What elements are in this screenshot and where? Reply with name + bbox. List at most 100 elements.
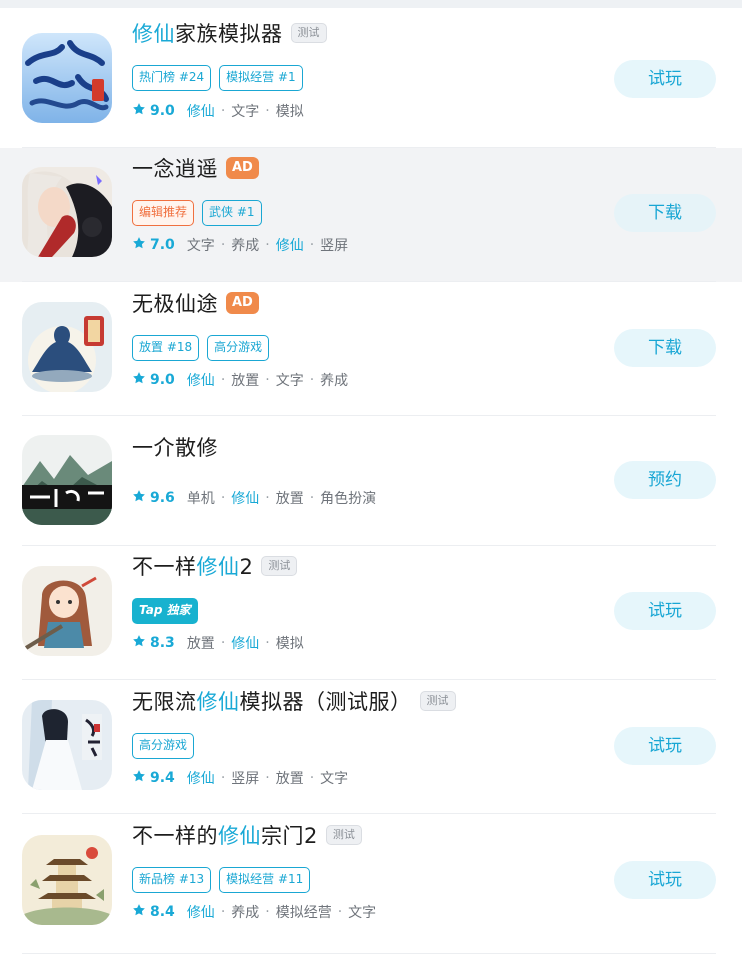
- rank-tag[interactable]: 放置 #18: [132, 335, 200, 361]
- game-title-part: 无限流: [132, 690, 197, 714]
- title-line: 不一样的修仙宗门2 测试: [132, 820, 362, 850]
- game-title-part: 2: [239, 555, 254, 579]
- game-title-part: 家族模拟器: [175, 22, 283, 46]
- rank-tag[interactable]: Tap 独家: [132, 598, 198, 624]
- game-meta: 9.6 单机 · 修仙 · 放置 · 角色扮演: [132, 487, 376, 509]
- action-button[interactable]: 试玩: [614, 592, 716, 630]
- game-list-item[interactable]: 不一样的修仙宗门2 测试新品榜 #13 模拟经营 #11 8.4 修仙 · 养成 · 模拟经营 ·…: [0, 814, 742, 954]
- meta-tag: 模拟: [275, 636, 304, 652]
- title-line: 一介散修: [132, 432, 218, 462]
- game-icon-wuji-xiantu[interactable]: [22, 302, 112, 392]
- tag-list: Tap 独家: [132, 598, 198, 624]
- game-list-item[interactable]: 修仙家族模拟器 测试 热门榜 #24 模拟经营 #1 9.0 修仙 · 文字 · 模拟 试玩: [0, 8, 742, 148]
- game-list-item[interactable]: 无极仙途 AD 放置 #18 高分游戏 9.0 修仙 · 放置 · 文字 · 养成 下载: [0, 282, 742, 416]
- rank-tag[interactable]: 模拟经营 #1: [219, 65, 303, 91]
- meta-separator: ·: [220, 372, 226, 388]
- rank-tag[interactable]: 高分游戏: [132, 733, 195, 759]
- rank-tag[interactable]: 武侠 #1: [202, 200, 262, 226]
- game-title-part: 修仙: [132, 22, 175, 46]
- meta-separator: ·: [265, 635, 270, 651]
- star-icon: [132, 489, 150, 507]
- meta-tag: 放置: [275, 771, 304, 787]
- game-title-part: 不一样的: [132, 824, 218, 848]
- meta-separator: ·: [309, 372, 315, 388]
- game-title-part: 一介散修: [132, 436, 218, 460]
- game-list-item[interactable]: 一介散修 9.6 单机 · 修仙 · 放置 · 角色扮演 预约: [0, 416, 742, 546]
- game-icon-xiuxian-family[interactable]: [22, 33, 112, 123]
- ad-badge: AD: [226, 292, 259, 314]
- action-button[interactable]: 下载: [614, 194, 716, 232]
- meta-separator: ·: [265, 770, 270, 786]
- game-title-part: 不一样: [132, 555, 197, 579]
- tag-list: 热门榜 #24 模拟经营 #1: [132, 65, 303, 91]
- game-title-part: 修仙: [196, 690, 240, 714]
- meta-tag: 竖屏: [231, 771, 260, 787]
- game-title[interactable]: 无限流修仙模拟器（测试服）: [132, 686, 412, 716]
- game-title[interactable]: 一介散修: [132, 432, 218, 462]
- game-meta: 9.0 修仙 · 文字 · 模拟: [132, 100, 304, 122]
- game-icon-yijie-sanxiu[interactable]: [22, 435, 112, 525]
- rank-tag[interactable]: 编辑推荐: [132, 200, 195, 226]
- game-icon-buyiyang-zongmen[interactable]: [22, 835, 112, 925]
- game-title[interactable]: 不一样的修仙宗门2: [132, 820, 318, 850]
- star-icon: [132, 903, 150, 921]
- action-button[interactable]: 预约: [614, 461, 716, 499]
- meta-separator: ·: [220, 237, 226, 253]
- star-icon: [132, 769, 150, 787]
- game-icon-yinian-xiaoyao[interactable]: [22, 167, 112, 257]
- rating-value: 9.0: [150, 103, 175, 119]
- meta-separator: ·: [220, 103, 226, 119]
- meta-tag: 文字: [275, 373, 304, 389]
- game-title-part: 一念逍遥: [132, 157, 218, 181]
- meta-tag: 文字: [231, 104, 260, 120]
- game-title-part: 模拟器（测试服）: [239, 690, 412, 714]
- rank-tag[interactable]: 高分游戏: [207, 335, 270, 361]
- game-icon-wuxianliu-xiuxian[interactable]: [22, 700, 112, 790]
- game-title[interactable]: 一念逍遥: [132, 153, 218, 183]
- meta-tag: 模拟经营: [275, 905, 332, 921]
- game-icon-buyiyang-xiuxian[interactable]: [22, 566, 112, 656]
- rating-value: 8.3: [150, 635, 175, 651]
- game-title-part: 宗门2: [261, 824, 318, 848]
- game-title[interactable]: 无极仙途: [132, 288, 218, 318]
- meta-tag: 放置: [275, 491, 304, 507]
- meta-separator: ·: [220, 635, 226, 651]
- rank-tag[interactable]: 模拟经营 #11: [219, 867, 311, 893]
- game-list-item[interactable]: 不一样修仙2 测试 Tap 独家 8.3 放置 · 修仙 · 模拟 试玩: [0, 546, 742, 680]
- meta-tag: 竖屏: [320, 238, 349, 254]
- meta-tag: 养成: [231, 238, 260, 254]
- game-meta: 8.4 修仙 · 养成 · 模拟经营 · 文字: [132, 901, 376, 923]
- meta-tag: 放置: [186, 636, 215, 652]
- rating-value: 7.0: [150, 237, 175, 253]
- test-badge: 测试: [419, 691, 456, 711]
- action-button[interactable]: 试玩: [614, 727, 716, 765]
- test-badge: 测试: [325, 825, 362, 845]
- action-button[interactable]: 试玩: [614, 861, 716, 899]
- meta-tag: 修仙: [231, 491, 260, 507]
- meta-tag: 文字: [320, 771, 349, 787]
- game-title-part: 修仙: [218, 824, 261, 848]
- meta-tag: 养成: [320, 373, 349, 389]
- meta-separator: ·: [220, 490, 226, 506]
- game-title[interactable]: 修仙家族模拟器: [132, 18, 283, 48]
- meta-tag: 模拟: [275, 104, 304, 120]
- title-line: 无极仙途 AD: [132, 288, 259, 318]
- star-icon: [132, 371, 150, 389]
- action-button[interactable]: 试玩: [614, 60, 716, 98]
- meta-tag: 单机: [186, 491, 215, 507]
- game-list-item[interactable]: 一念逍遥 AD 编辑推荐 武侠 #1 7.0 文字 · 养成 · 修仙 · 竖屏 下载: [0, 148, 742, 282]
- star-icon: [132, 236, 150, 254]
- game-list-item[interactable]: 无限流修仙模拟器（测试服） 测试 高分游戏 9.4 修仙 · 竖屏 · 放置 · 文字 试玩: [0, 680, 742, 814]
- rank-tag[interactable]: 热门榜 #24: [132, 65, 212, 91]
- rating-value: 9.6: [150, 490, 175, 506]
- tag-list: 新品榜 #13 模拟经营 #11: [132, 867, 311, 893]
- title-line: 修仙家族模拟器 测试: [132, 18, 327, 48]
- rating-value: 9.0: [150, 372, 175, 388]
- game-meta: 7.0 文字 · 养成 · 修仙 · 竖屏: [132, 234, 348, 256]
- title-line: 一念逍遥 AD: [132, 153, 259, 183]
- rank-tag[interactable]: 新品榜 #13: [132, 867, 212, 893]
- meta-separator: ·: [309, 237, 315, 253]
- meta-separator: ·: [265, 237, 270, 253]
- action-button[interactable]: 下载: [614, 329, 716, 367]
- game-title[interactable]: 不一样修仙2: [132, 551, 253, 581]
